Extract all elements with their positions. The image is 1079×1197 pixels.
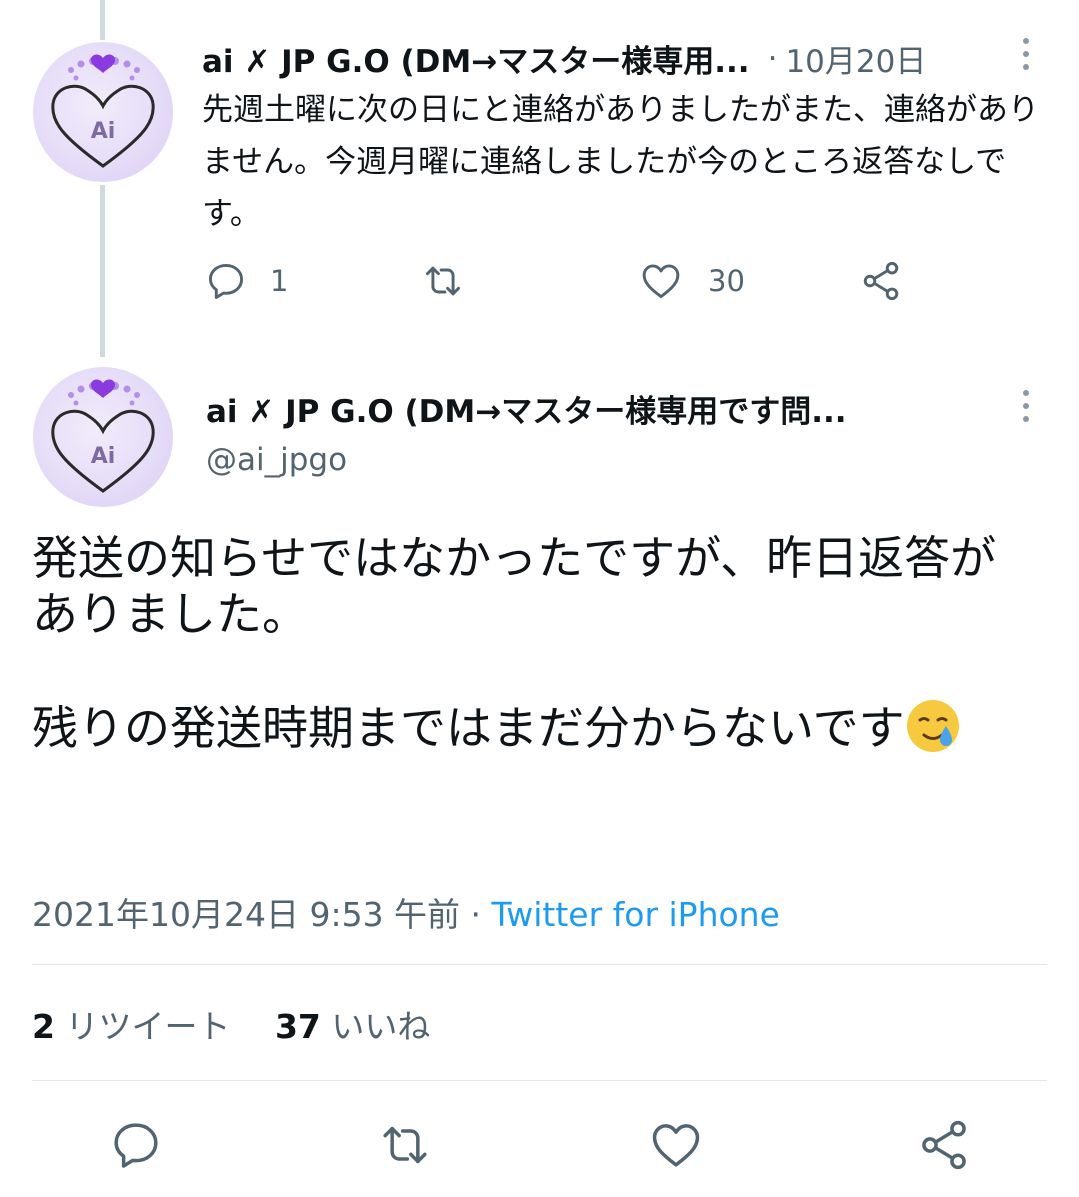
divider [32,1080,1047,1081]
display-name[interactable]: ai ✗ JP G.O (DM→マスター様専用です問... [206,386,847,431]
likes-label: いいね [331,1007,431,1046]
more-options-icon[interactable] [1021,38,1031,74]
main-tweet-text: 発送の知らせではなかったですが、昨日返答がありました。残りの発送時期まではまだ分… [32,530,1042,756]
avatar-label: Ai [91,444,116,469]
main-header: ai ✗ JP G.O (DM→マスター様専用です問... [206,386,847,431]
reply-tweet-text: 先週土曜に次の日にと連絡がありましたがまた、連絡がありません。今週月曜に連絡しま… [202,92,1039,232]
likes-stat[interactable]: 37 いいね [275,1007,430,1046]
retweets-count: 2 [32,1007,55,1046]
share-icon [922,1120,966,1170]
tweet-stats: 2 リツイート 37 いいね [32,1000,430,1048]
reply-button[interactable]: 1 [204,259,288,303]
share-icon [863,261,899,301]
reply-count: 1 [270,264,289,298]
header-separator: · [767,40,778,77]
heart-icon [642,264,680,299]
heart-avatar-icon: Ai [51,54,155,168]
tweet-meta: 2021年10月24日 9:53 午前 · Twitter for iPhone [32,888,780,936]
likes-count: 37 [274,1007,321,1046]
tweet-date[interactable]: 10月20日 [785,36,926,81]
heart-avatar-icon: Ai [51,379,155,493]
retweet-button[interactable] [375,1117,431,1173]
tweet-text-line: 発送の知らせではなかったですが、昨日返答がありました。 [32,531,997,641]
tweet-text-line: 残りの発送時期まではまだ分からないです [32,701,905,755]
avatar[interactable]: Ai [33,42,173,182]
tweet-source-link[interactable]: Twitter for iPhone [492,895,780,934]
tweet-timestamp[interactable]: 2021年10月24日 9:53 午前 [32,895,460,934]
more-options-icon[interactable] [1021,390,1031,426]
avatar-label: Ai [91,119,116,144]
thread-line-connector [100,185,105,357]
user-handle[interactable]: @ai_jpgo [206,442,347,478]
reply-icon [208,263,244,299]
crying-face-emoji-icon [906,700,959,752]
retweet-icon [425,266,461,296]
like-button[interactable]: 30 [638,259,745,303]
like-count: 30 [708,264,745,298]
share-button[interactable] [916,1117,972,1173]
heart-icon [652,1124,700,1167]
like-button[interactable] [648,1117,704,1173]
display-name[interactable]: ai ✗ JP G.O (DM→マスター様専用... [202,36,750,81]
avatar[interactable]: Ai [33,367,173,507]
retweets-label: リツイート [65,1007,231,1046]
retweet-button[interactable] [418,259,468,303]
reply-button[interactable] [108,1117,164,1173]
reply-header: ai ✗ JP G.O (DM→マスター様専用... · 10月20日 [202,36,926,81]
divider [32,964,1047,965]
meta-separator: · [460,895,492,934]
retweet-icon [383,1126,427,1164]
reply-icon [114,1123,158,1168]
retweets-stat[interactable]: 2 リツイート [32,1007,230,1046]
thread-line-top [100,0,105,40]
share-button[interactable] [858,259,904,303]
